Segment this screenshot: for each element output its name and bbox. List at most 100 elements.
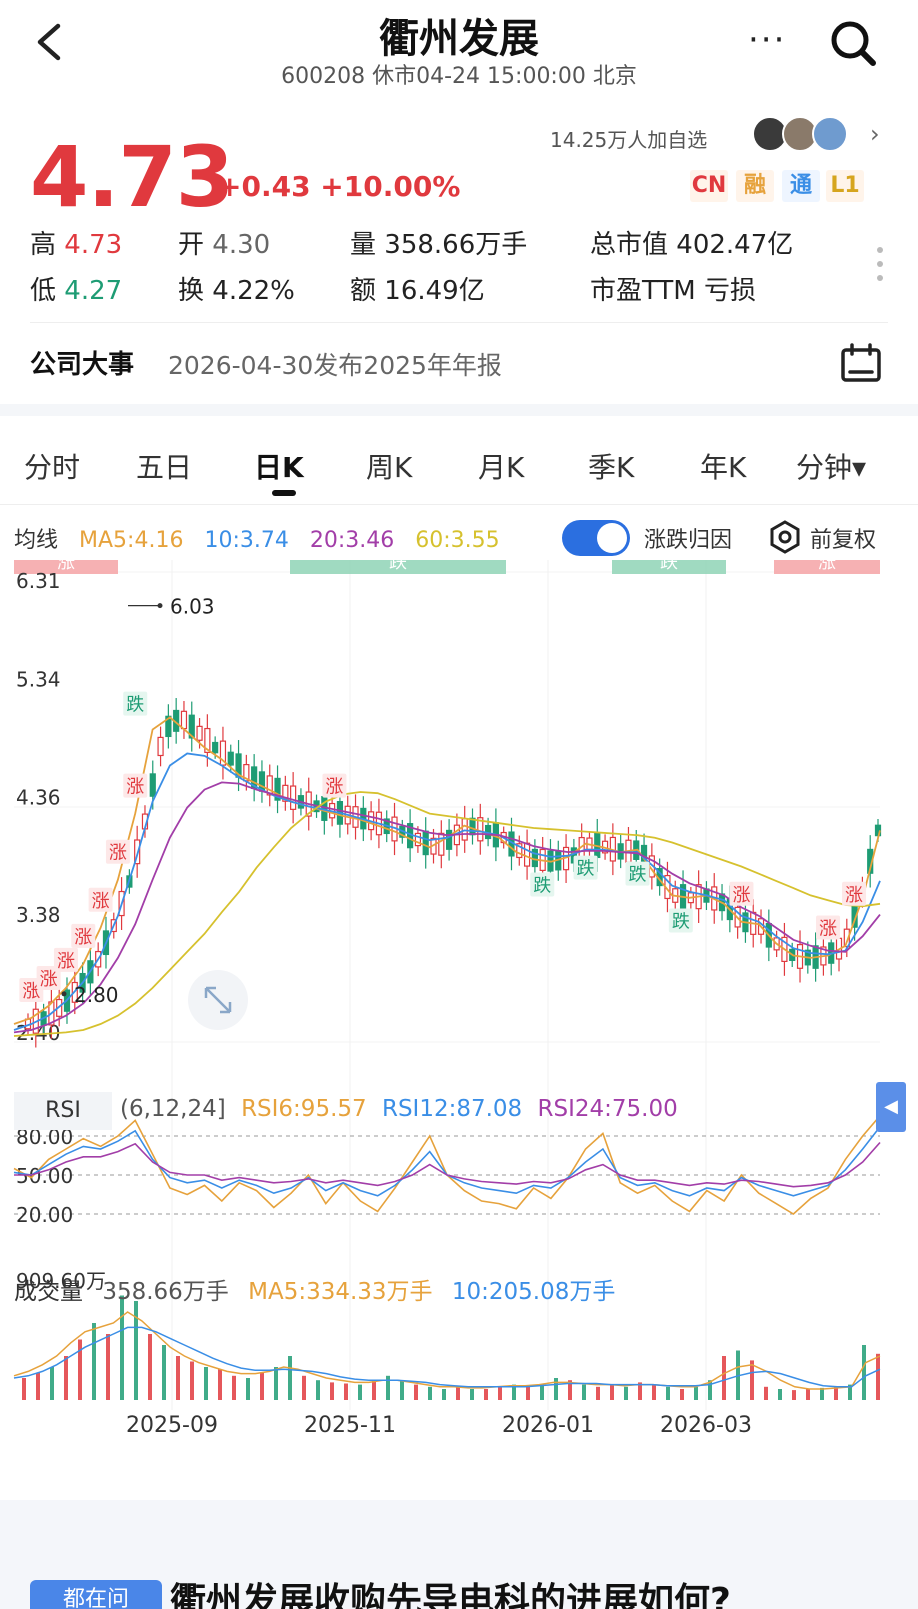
mktcap-label: 总市值	[590, 230, 669, 260]
x-tick-label: 2026-01	[502, 1413, 594, 1438]
candle-body	[290, 785, 297, 810]
max-price-label: 6.03	[170, 595, 215, 619]
rsi-line-rsi24	[14, 1141, 881, 1188]
rsi-legend: (6,12,24] RSI6:95.57 RSI12:87.08 RSI24:7…	[120, 1096, 686, 1122]
turnover-value: 4.22%	[212, 276, 295, 306]
volume-bar	[680, 1389, 684, 1400]
event-text[interactable]: 2026-04-30发布2025年年报	[168, 346, 502, 382]
search-icon	[831, 21, 876, 66]
more-stats-icon[interactable]	[876, 246, 884, 286]
tab-weekly-k[interactable]: 周K	[366, 446, 412, 486]
attribution-marker: 跌	[126, 695, 144, 716]
rsi24-value: RSI24:75.00	[537, 1096, 678, 1122]
attribution-marker: 涨	[325, 777, 343, 798]
price-tick-label: 4.36	[16, 785, 61, 809]
event-label: 公司大事	[30, 350, 135, 380]
candle-body	[438, 832, 445, 856]
adjust-label[interactable]: 前复权	[810, 522, 876, 554]
volume-bar	[50, 1367, 54, 1400]
badge-cn[interactable]: CN	[690, 170, 728, 202]
calendar-button[interactable]	[840, 342, 882, 384]
mktcap-stat: 总市值 402.47亿	[590, 224, 793, 261]
volume-bar	[344, 1383, 348, 1400]
attribution-marker: 涨	[92, 891, 110, 912]
amount-label: 额	[350, 276, 377, 306]
attribution-marker: 涨	[74, 927, 92, 948]
pe-value: 亏损	[704, 276, 757, 306]
volume-bar	[764, 1386, 768, 1400]
watcher-avatars[interactable]	[752, 116, 862, 156]
rsi6-value: RSI6:95.57	[241, 1096, 367, 1122]
candle-body	[461, 818, 468, 841]
x-axis: 2025-09 2025-11 2026-01 2026-03	[126, 1413, 752, 1438]
search-button[interactable]	[828, 18, 878, 68]
volume-bar	[456, 1386, 460, 1400]
turnover-label: 换	[178, 276, 205, 306]
more-button[interactable]: ···	[748, 20, 786, 60]
mktcap-value: 402.47亿	[676, 230, 794, 260]
badge-l1[interactable]: L1	[826, 170, 864, 202]
candle-body	[149, 773, 156, 797]
volume-bar	[400, 1380, 404, 1400]
volume-bar	[442, 1389, 446, 1400]
badge-connect[interactable]: 通	[782, 170, 820, 202]
volume-bar	[92, 1323, 96, 1400]
x-tick-label: 2025-09	[126, 1413, 218, 1438]
volume-bar	[428, 1386, 432, 1400]
attribution-marker: 涨	[126, 777, 144, 798]
volume-bar	[862, 1345, 866, 1400]
tab-minute[interactable]: 分钟▾	[796, 446, 866, 486]
qa-question[interactable]: 衢州发展收购先导电科的进展如何?	[170, 1572, 731, 1609]
badge-margin[interactable]: 融	[736, 170, 774, 202]
volume-bar	[554, 1378, 558, 1400]
volume-bar	[666, 1386, 670, 1400]
rsi-params: (6,12,24]	[120, 1096, 226, 1122]
tab-quarterly-k[interactable]: 季K	[588, 446, 634, 486]
price-tick-label: 3.38	[16, 903, 61, 927]
attribution-toggle[interactable]	[562, 520, 630, 556]
rsi-tick-label: 20.00	[16, 1203, 73, 1227]
open-label: 开	[178, 230, 205, 260]
volume-bar	[386, 1375, 390, 1400]
volume-bar	[204, 1367, 208, 1400]
volume-bar	[806, 1389, 810, 1400]
volume-bar	[792, 1390, 796, 1400]
price-tick-label: 5.34	[16, 668, 61, 692]
volume-legend[interactable]: 成交量 358.66万手 MA5:334.33万手 10:205.08万手	[14, 1272, 627, 1306]
attribution-marker: 涨	[845, 885, 863, 906]
volume-label: 成交量	[14, 1279, 83, 1305]
volume-bar	[190, 1361, 194, 1400]
volume-bar	[414, 1384, 418, 1400]
tab-5day[interactable]: 五日	[136, 446, 192, 486]
kline-chart[interactable]: 涨跌跌涨 6.315.344.363.382.406.032.80涨涨涨涨涨涨涨…	[0, 560, 918, 1492]
attribution-marker: 涨	[732, 885, 750, 906]
max-marker-dot	[157, 603, 163, 609]
active-tab-indicator	[272, 490, 296, 496]
adjust-settings-icon[interactable]	[768, 520, 802, 554]
attribution-marker: 跌	[577, 859, 595, 880]
open-value: 4.30	[212, 230, 271, 260]
attribution-band-label: 跌	[389, 560, 407, 572]
pe-stat: 市盈TTM 亏损	[590, 270, 756, 307]
attribution-label[interactable]: 涨跌归因	[644, 522, 732, 554]
tab-daily-k[interactable]: 日K	[254, 446, 304, 486]
attribution-marker: 涨	[57, 951, 75, 972]
tab-yearly-k[interactable]: 年K	[700, 446, 746, 486]
expand-icon	[188, 970, 248, 1030]
ma-legend[interactable]: 均线 MA5:4.16 10:3.74 20:3.46 60:3.55	[14, 522, 514, 554]
attribution-band-label: 跌	[660, 560, 678, 572]
candle-body	[422, 830, 429, 856]
collapse-panel-button[interactable]: ◀	[876, 1082, 906, 1132]
chevron-right-icon[interactable]: ›	[870, 120, 880, 148]
volume-bar	[106, 1334, 110, 1400]
rsi12-value: RSI12:87.08	[381, 1096, 523, 1122]
tab-intraday[interactable]: 分时	[24, 446, 80, 486]
volume-bar	[162, 1345, 166, 1400]
volume-ma10: 10:205.08万手	[451, 1279, 616, 1305]
volume-bar	[64, 1356, 68, 1400]
volume-bar	[148, 1334, 152, 1400]
watchlist-count[interactable]: 14.25万人加自选	[550, 124, 707, 153]
rsi-indicator-button[interactable]: RSI	[14, 1092, 112, 1130]
volume-bar	[498, 1386, 502, 1400]
tab-monthly-k[interactable]: 月K	[478, 446, 524, 486]
